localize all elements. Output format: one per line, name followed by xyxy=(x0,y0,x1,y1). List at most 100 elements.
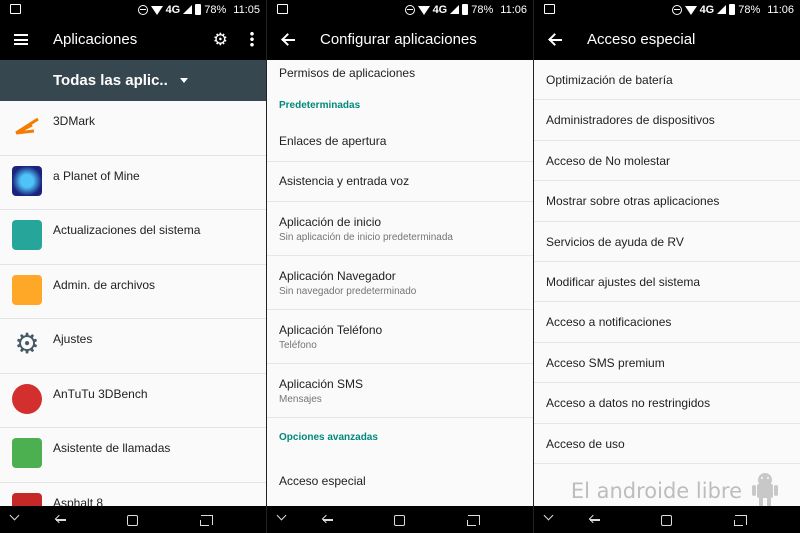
nav-home-icon[interactable] xyxy=(127,515,138,526)
do-not-disturb-icon xyxy=(137,4,148,15)
nav-recents-icon[interactable] xyxy=(200,515,213,526)
page-title: Configurar aplicaciones xyxy=(320,31,477,48)
special-access-item-title: Modificar ajustes del sistema xyxy=(546,274,701,289)
app-name: Asistente de llamadas xyxy=(53,441,171,455)
special-access-item-title: Acceso de No molestar xyxy=(546,153,671,168)
do-not-disturb-icon xyxy=(671,4,682,15)
special-access-item[interactable]: Optimización de batería xyxy=(534,60,800,101)
settings-item-title: Aplicación de inicio xyxy=(279,215,382,229)
antutu-icon xyxy=(12,383,42,414)
app-list-item[interactable]: ⚙ Ajustes xyxy=(0,319,266,374)
settings-item-subtitle: Mensajes xyxy=(279,394,322,405)
settings-item[interactable]: Acceso especial xyxy=(267,454,533,500)
status-bar: 4G 78% 11:05 xyxy=(0,0,266,19)
nav-bar xyxy=(0,506,266,533)
caret-down-icon xyxy=(179,78,188,83)
battery-level: 78% xyxy=(471,3,494,16)
app-list-item[interactable]: Asistente de llamadas xyxy=(0,428,266,483)
battery-level: 78% xyxy=(738,3,761,16)
settings-item[interactable]: Aplicación Navegador Sin navegador predet… xyxy=(267,256,533,310)
image-notification-icon xyxy=(277,4,288,14)
nav-bar xyxy=(267,506,533,533)
settings-item-title: Acceso especial xyxy=(279,474,366,488)
settings-item-subtitle: Sin navegador predeterminado xyxy=(279,286,417,297)
planet-icon xyxy=(12,165,42,196)
settings-item[interactable]: Enlaces de apertura xyxy=(267,122,533,162)
3dmark-icon xyxy=(12,111,42,141)
app-list-item[interactable]: Admin. de archivos xyxy=(0,265,266,319)
hide-nav-icon[interactable] xyxy=(276,510,287,521)
status-bar: 4G 78% 11:06 xyxy=(267,0,533,19)
app-name: AnTuTu 3DBench xyxy=(53,386,148,401)
special-access-item[interactable]: Modificar ajustes del sistema xyxy=(534,262,800,303)
app-bar: Configurar aplicaciones xyxy=(267,19,533,60)
menu-icon[interactable] xyxy=(14,34,28,45)
app-bar: Aplicaciones ⚙ xyxy=(0,19,266,60)
back-arrow-icon[interactable] xyxy=(281,33,295,47)
app-name: Ajustes xyxy=(53,332,93,346)
signal-icon xyxy=(717,5,727,14)
special-access-item-title: Acceso a notificaciones xyxy=(546,315,672,330)
battery-icon xyxy=(195,4,202,15)
image-notification-icon xyxy=(10,4,21,14)
do-not-disturb-icon xyxy=(404,4,415,15)
nav-back-icon[interactable] xyxy=(55,515,67,525)
special-access-item-title: Servicios de ayuda de RV xyxy=(546,234,684,249)
special-access-item-title: Optimización de batería xyxy=(546,73,673,87)
network-type: 4G xyxy=(165,3,181,16)
nav-recents-icon[interactable] xyxy=(734,515,747,526)
app-list-item[interactable]: AnTuTu 3DBench xyxy=(0,374,266,428)
app-name: Admin. de archivos xyxy=(53,277,156,292)
special-access-item-title: Acceso de uso xyxy=(546,436,625,451)
special-access-item[interactable]: Acceso a datos no restringidos xyxy=(534,383,800,424)
back-arrow-icon[interactable] xyxy=(548,33,562,47)
section-header-label: Predeterminadas xyxy=(279,100,361,111)
special-access-item-title: Mostrar sobre otras aplicaciones xyxy=(546,194,720,209)
hide-nav-icon[interactable] xyxy=(543,510,554,521)
settings-item[interactable]: Permisos de aplicaciones xyxy=(267,60,533,86)
gear-icon: ⚙ xyxy=(14,328,40,359)
special-access-item[interactable]: Mostrar sobre otras aplicaciones xyxy=(534,181,800,222)
special-access-item[interactable]: Acceso de No molestar xyxy=(534,141,800,182)
app-name: Asphalt 8 xyxy=(53,495,104,507)
settings-item[interactable]: Aplicación Teléfono Teléfono xyxy=(267,310,533,364)
settings-item[interactable]: Aplicación de inicio Sin aplicación de in… xyxy=(267,202,533,256)
overflow-menu-icon[interactable] xyxy=(250,31,254,47)
nav-home-icon[interactable] xyxy=(661,515,672,526)
settings-item[interactable]: Aplicación SMS Mensajes xyxy=(267,364,533,418)
nav-home-icon[interactable] xyxy=(394,515,405,526)
app-filter-dropdown[interactable]: Todas las aplic.. xyxy=(0,60,266,101)
app-list-item[interactable]: a Planet of Mine xyxy=(0,156,266,210)
wifi-icon xyxy=(417,6,430,15)
app-list-item[interactable]: 3DMark xyxy=(0,101,266,156)
nav-back-icon[interactable] xyxy=(322,515,334,525)
special-access-item-title: Acceso SMS premium xyxy=(546,355,665,370)
settings-item-title: Aplicación Navegador xyxy=(279,269,396,283)
settings-gear-icon[interactable]: ⚙ xyxy=(213,31,228,48)
apps-screen: 4G 78% 11:05 Aplicaciones ⚙ Todas las ap… xyxy=(0,0,266,533)
clock: 11:06 xyxy=(500,3,527,16)
special-access-item[interactable]: Acceso SMS premium xyxy=(534,343,800,384)
section-header-label: Opciones avanzadas xyxy=(279,432,378,443)
app-list-item[interactable]: Asphalt 8 xyxy=(0,483,266,507)
app-list-item[interactable]: Actualizaciones del sistema xyxy=(0,210,266,265)
special-access-item[interactable]: Acceso de uso xyxy=(534,424,800,464)
app-bar: Acceso especial xyxy=(534,19,800,60)
section-header: Opciones avanzadas xyxy=(267,418,533,454)
configure-list: Permisos de aplicaciones Predeterminadas E… xyxy=(267,60,533,506)
filter-label: Todas las aplic.. xyxy=(53,72,168,89)
nav-recents-icon[interactable] xyxy=(467,515,480,526)
special-access-item[interactable]: Acceso a notificaciones xyxy=(534,302,800,343)
special-access-item[interactable]: Administradores de dispositivos xyxy=(534,100,800,141)
special-access-screen: 4G 78% 11:06 Acceso especial Optimizació… xyxy=(534,0,800,533)
asphalt-icon xyxy=(12,492,42,506)
network-type: 4G xyxy=(699,3,715,16)
hide-nav-icon[interactable] xyxy=(9,510,20,521)
special-access-item[interactable]: Servicios de ayuda de RV xyxy=(534,222,800,262)
settings-item[interactable]: Asistencia y entrada voz xyxy=(267,162,533,202)
app-name: Actualizaciones del sistema xyxy=(53,223,201,237)
folder-icon xyxy=(12,274,42,305)
configure-apps-screen: 4G 78% 11:06 Configurar aplicaciones Per… xyxy=(267,0,533,533)
android-robot-icon xyxy=(752,473,778,507)
nav-back-icon[interactable] xyxy=(589,515,601,525)
